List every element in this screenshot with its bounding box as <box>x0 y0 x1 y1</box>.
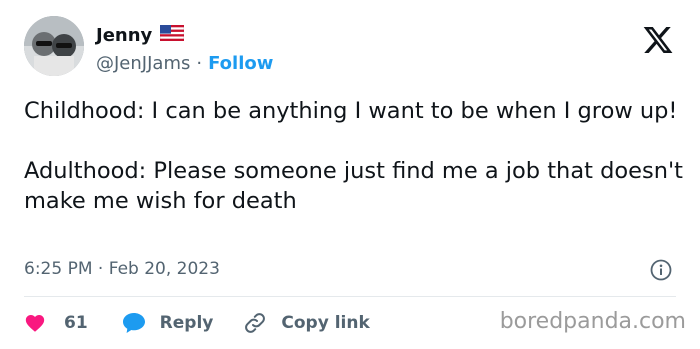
separator: · <box>196 52 203 74</box>
watermark: boredpanda.com <box>499 309 686 334</box>
copy-link-button[interactable]: Copy link <box>243 311 370 335</box>
author-name[interactable]: Jenny <box>96 25 152 46</box>
reply-button[interactable]: Reply <box>122 312 214 334</box>
divider <box>24 296 676 297</box>
like-count: 61 <box>64 313 88 333</box>
action-bar: 61 Reply Copy link <box>24 308 370 338</box>
heart-icon <box>24 312 46 334</box>
like-button[interactable]: 61 <box>24 312 88 334</box>
tweet-paragraph: Childhood: I can be anything I want to b… <box>24 98 678 124</box>
avatar[interactable] <box>24 16 84 76</box>
user-info: Jenny @JenJJams · Follow <box>96 23 273 76</box>
follow-button[interactable]: Follow <box>208 53 273 74</box>
reply-label: Reply <box>159 313 214 333</box>
tweet-time: 6:25 PM <box>24 259 93 279</box>
tweet-paragraph: Adulthood: Please someone just find me a… <box>24 158 683 214</box>
tweet-timestamp[interactable]: 6:25 PM · Feb 20, 2023 <box>24 259 220 279</box>
reply-bubble-icon <box>122 312 146 334</box>
tweet-header: Jenny @JenJJams · Follow <box>24 16 676 80</box>
author-handle[interactable]: @JenJJams <box>96 53 190 74</box>
separator: · <box>97 259 104 279</box>
x-logo-icon[interactable] <box>642 24 674 56</box>
tweet-date: Feb 20, 2023 <box>108 259 220 279</box>
copy-link-label: Copy link <box>281 313 370 333</box>
tweet-text: Childhood: I can be anything I want to b… <box>24 96 684 216</box>
info-icon[interactable] <box>650 259 672 281</box>
us-flag-icon <box>159 24 185 45</box>
link-icon <box>243 311 267 335</box>
